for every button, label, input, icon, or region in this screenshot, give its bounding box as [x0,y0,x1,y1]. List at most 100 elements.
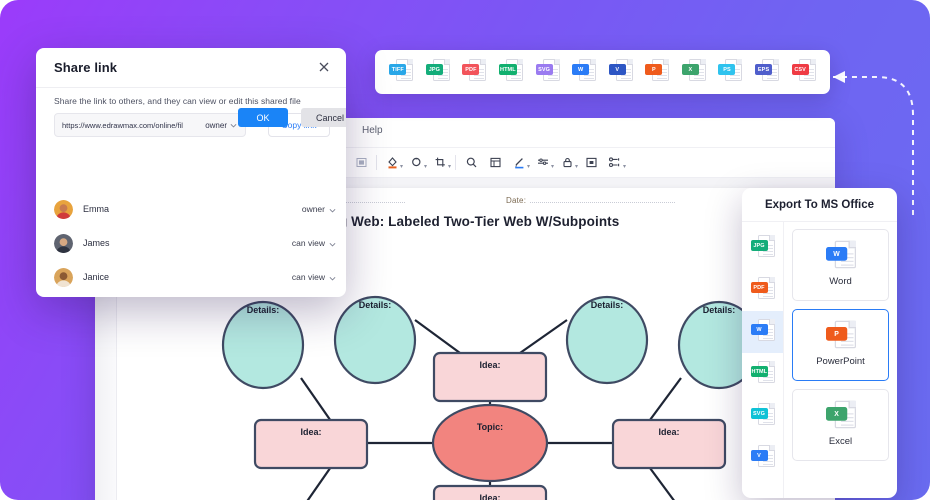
file-icon-html[interactable]: HTML [751,361,775,387]
menu-item-help[interactable]: Help [362,125,383,136]
file-fold-corner [517,59,523,65]
file-icon-svg[interactable]: SVG [751,403,775,429]
user-permission-select[interactable]: can view [292,272,336,282]
details-label: Details: [247,305,280,315]
file-icon-ps[interactable]: PS [718,59,742,85]
chevron-down-icon [329,274,336,281]
shape-style-icon[interactable]: ▾ [404,151,428,175]
share-link-dialog[interactable]: Share link Share the link to others, and… [36,48,346,297]
file-icon-w[interactable]: W [826,240,856,273]
file-icon-w[interactable]: W [751,319,775,345]
file-icon-jpg[interactable]: JPG [751,235,775,261]
zoom-icon[interactable] [459,151,483,175]
shared-user-row[interactable]: James can view [54,232,336,254]
file-icon-html[interactable]: HTML [499,59,523,85]
export-card-list[interactable]: W Word P PowerPoint X Excel [784,222,897,498]
export-rail-item-html[interactable]: HTML [742,353,783,395]
file-icon-csv[interactable]: CSV [792,59,816,85]
close-icon[interactable] [316,59,332,75]
dialog-header: Share link [36,48,346,88]
page-view-icon[interactable] [483,151,507,175]
export-rail-item-v[interactable]: V [742,437,783,479]
avatar [54,234,73,253]
cancel-button[interactable]: Cancel [301,108,346,127]
file-fold-corner [407,59,413,65]
export-card-powerpoint[interactable]: P PowerPoint [792,309,889,381]
chevron-down-icon [329,206,336,213]
export-rail-item-w[interactable]: W [742,311,783,353]
arrange-icon[interactable]: ▾ [603,151,627,175]
file-fold-corner [444,59,450,65]
file-format-badge: EPS [755,64,772,75]
details-label: Details: [359,300,392,310]
user-permission-select[interactable]: can view [292,238,336,248]
file-format-badge: CSV [792,64,809,75]
idea-label-right: Idea: [658,427,679,437]
file-icon-jpg[interactable]: JPG [426,59,450,85]
export-rail-item-jpg[interactable]: JPG [742,227,783,269]
export-to-ms-office-panel[interactable]: Export To MS Office JPG PDF W HTML SVG V W Wor… [742,188,897,498]
center-icon[interactable] [579,151,603,175]
toolbar-divider [455,155,456,170]
shared-user-name: James [83,238,110,248]
line-style-caret[interactable]: ▾ [551,164,554,170]
file-icon-w[interactable]: W [572,59,596,85]
file-fold-corner [480,59,486,65]
file-format-badge: X [682,64,699,75]
file-format-badge: HTML [499,64,517,75]
ok-button[interactable]: OK [238,108,288,127]
export-rail-item-pdf[interactable]: PDF [742,269,783,311]
pen-color-icon[interactable]: ▾ [507,151,531,175]
export-card-label: PowerPoint [816,356,865,367]
shared-user-row[interactable]: Janice can view [54,266,336,288]
export-card-word[interactable]: W Word [792,229,889,301]
link-permission-value: owner [205,121,227,130]
file-format-badge: PDF [751,282,768,293]
export-format-bar[interactable]: TIFF JPG PDF HTML SVG W VP X PS EPS CSV [375,50,830,94]
shared-user-name: Janice [83,272,109,282]
fill-color-caret[interactable]: ▾ [400,164,403,170]
idea-label-bottom: Idea: [479,493,500,500]
crop-icon[interactable]: ▾ [428,151,452,175]
avatar [54,200,73,219]
file-icon-svg[interactable]: SVG [536,59,560,85]
file-icon-v[interactable]: V [609,59,633,85]
export-panel-body: JPG PDF W HTML SVG V W Word P PowerPoint X Excel [742,222,897,498]
line-style-icon[interactable]: ▾ [531,151,555,175]
file-icon-v[interactable]: V [751,445,775,471]
file-format-badge: P [826,327,847,341]
shape-style-caret[interactable]: ▾ [424,164,427,170]
distribute-icon[interactable] [349,151,373,175]
file-format-badge: JPG [426,64,443,75]
file-icon-p[interactable]: P [645,59,669,85]
export-card-excel[interactable]: X Excel [792,389,889,461]
export-rail-item-svg[interactable]: SVG [742,395,783,437]
export-card-label: Excel [829,436,852,447]
share-link-input[interactable]: https://www.edrawmax.com/online/fil owne… [54,113,246,137]
file-icon-x[interactable]: X [682,59,706,85]
file-icon-pdf[interactable]: PDF [462,59,486,85]
arrange-caret[interactable]: ▾ [623,164,626,170]
file-format-badge: X [826,407,847,421]
file-fold-corner [700,59,706,65]
file-format-badge: PS [718,64,735,75]
file-fold-corner [769,277,775,283]
file-icon-eps[interactable]: EPS [755,59,779,85]
file-fold-corner [769,361,775,367]
file-icon-tiff[interactable]: TIFF [389,59,413,85]
lock-caret[interactable]: ▾ [575,164,578,170]
file-icon-x[interactable]: X [826,400,856,433]
export-format-rail[interactable]: JPG PDF W HTML SVG V [742,222,784,498]
file-icon-pdf[interactable]: PDF [751,277,775,303]
shared-user-row[interactable]: Emmaowner [54,198,336,220]
export-card-label: Word [829,276,852,287]
file-format-badge: W [572,64,589,75]
lock-icon[interactable]: ▾ [555,151,579,175]
pen-color-caret[interactable]: ▾ [527,164,530,170]
file-icon-p[interactable]: P [826,320,856,353]
user-permission-select[interactable]: owner [302,204,336,214]
file-format-badge: HTML [751,366,769,377]
fill-color-icon[interactable]: ▾ [380,151,404,175]
crop-caret[interactable]: ▾ [448,164,451,170]
export-panel-title: Export To MS Office [742,188,897,222]
